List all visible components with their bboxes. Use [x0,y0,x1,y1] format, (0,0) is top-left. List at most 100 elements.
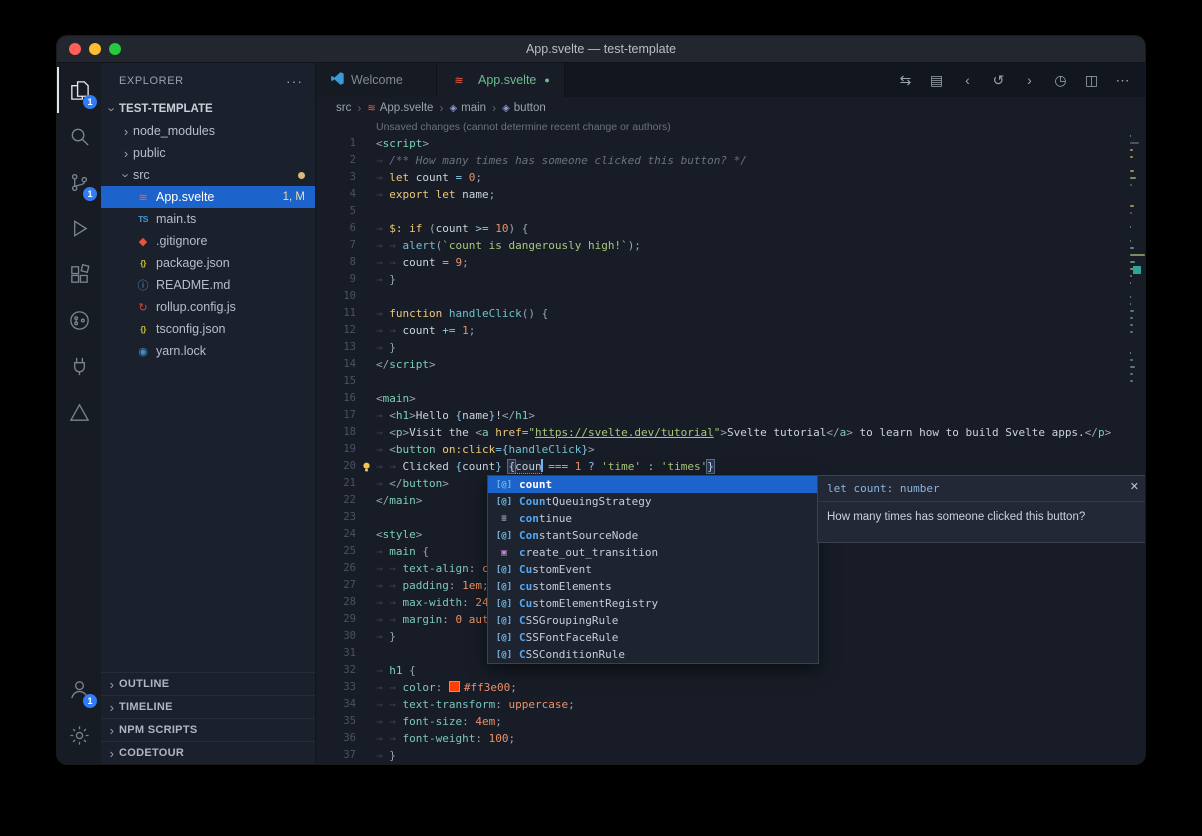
suggest-item-CSSFontFaceRule[interactable]: [@]CSSFontFaceRule [488,629,818,646]
suggest-item-CSSGroupingRule[interactable]: [@]CSSGroupingRule [488,612,818,629]
code-line[interactable]: 18→ <p>Visit the <a href="https://svelte… [316,424,1145,441]
line-number[interactable]: 24 [316,526,356,543]
line-number[interactable]: 14 [316,356,356,373]
breadcrumb-App.svelte[interactable]: ≋App.svelte [367,102,433,114]
code-line[interactable]: 2→ /** How many times has someone clicke… [316,152,1145,169]
line-number[interactable]: 4 [316,186,356,203]
suggest-item-count[interactable]: [@]count [488,476,818,493]
line-number[interactable]: 6 [316,220,356,237]
timeline-icon[interactable]: ◷ [1048,72,1073,89]
activity-remote-icon[interactable] [57,343,101,389]
code-line[interactable]: 34→ → text-transform: uppercase; [316,696,1145,713]
tree-item-tsconfig.json[interactable]: {}tsconfig.json [101,318,315,340]
activity-run-debug-icon[interactable] [57,205,101,251]
line-number[interactable]: 32 [316,662,356,679]
activity-search-icon[interactable] [57,113,101,159]
codelens[interactable]: Unsaved changes (cannot determine recent… [316,119,1145,135]
tree-item-src[interactable]: ›src [101,164,315,186]
line-number[interactable]: 18 [316,424,356,441]
line-number[interactable]: 15 [316,373,356,390]
suggest-item-CSSConditionRule[interactable]: [@]CSSConditionRule [488,646,818,663]
code-line[interactable]: 4→ export let name; [316,186,1145,203]
close-icon[interactable]: ✕ [1130,480,1139,493]
compare-changes-icon[interactable]: ⇆ [893,72,918,89]
more-actions-icon[interactable]: ⋯ [1110,72,1135,89]
line-number[interactable]: 35 [316,713,356,730]
title-bar[interactable]: App.svelte — test-template [57,36,1145,63]
code-line[interactable]: 32→ h1 { [316,662,1145,679]
code-line[interactable]: 9→ } [316,271,1145,288]
suggest-item-CustomEvent[interactable]: [@]CustomEvent [488,561,818,578]
suggest-item-CustomElementRegistry[interactable]: [@]CustomElementRegistry [488,595,818,612]
code-line[interactable]: 16<main> [316,390,1145,407]
line-number[interactable]: 37 [316,747,356,764]
code-line[interactable]: 5 [316,203,1145,220]
code-line[interactable]: 11→ function handleClick() { [316,305,1145,322]
line-number[interactable]: 12 [316,322,356,339]
line-number[interactable]: 10 [316,288,356,305]
panel-npm-scripts[interactable]: ›NPM SCRIPTS [101,718,315,741]
code-line[interactable]: 35→ → font-size: 4em; [316,713,1145,730]
line-number[interactable]: 11 [316,305,356,322]
line-number[interactable]: 34 [316,696,356,713]
minimap[interactable] [1129,119,1145,764]
line-number[interactable]: 30 [316,628,356,645]
line-number[interactable]: 20 [316,458,356,475]
tree-item-App.svelte[interactable]: ≋App.svelte1, M [101,186,315,208]
line-number[interactable]: 9 [316,271,356,288]
activity-settings-icon[interactable] [57,712,101,758]
breadcrumb-button[interactable]: ◈button [502,102,546,114]
panel-timeline[interactable]: ›TIMELINE [101,695,315,718]
tree-item-yarn.lock[interactable]: ◉yarn.lock [101,340,315,362]
tree-item-rollup.config.js[interactable]: ↻rollup.config.js [101,296,315,318]
activity-extensions-icon[interactable] [57,251,101,297]
panel-outline[interactable]: ›OUTLINE [101,672,315,695]
suggest-item-continue[interactable]: ≡continue [488,510,818,527]
code-line[interactable]: 13→ } [316,339,1145,356]
line-number[interactable]: 26 [316,560,356,577]
close-button[interactable] [69,43,81,55]
activity-accounts-icon[interactable]: 1 [57,666,101,712]
line-number[interactable]: 17 [316,407,356,424]
code-line[interactable]: 3→ let count = 0; [316,169,1145,186]
line-number[interactable]: 21 [316,475,356,492]
line-number[interactable]: 3 [316,169,356,186]
code-line[interactable]: 8→ → count = 9; [316,254,1145,271]
suggest-item-create_out_transition[interactable]: ▣create_out_transition [488,544,818,561]
line-number[interactable]: 29 [316,611,356,628]
tab-app-svelte[interactable]: ≋App.svelte● [437,63,565,97]
line-number[interactable]: 22 [316,492,356,509]
line-number[interactable]: 8 [316,254,356,271]
tab-welcome[interactable]: Welcome [316,63,437,97]
code-line[interactable]: 15 [316,373,1145,390]
code-line[interactable]: 36→ → font-weight: 100; [316,730,1145,747]
zoom-button[interactable] [109,43,121,55]
activity-github-icon[interactable] [57,297,101,343]
tree-item-.gitignore[interactable]: ◆.gitignore [101,230,315,252]
revert-change-icon[interactable]: ↺ [986,72,1011,89]
activity-azure-icon[interactable] [57,389,101,435]
line-number[interactable]: 33 [316,679,356,696]
line-number[interactable]: 31 [316,645,356,662]
code-line[interactable]: 17→ <h1>Hello {name}!</h1> [316,407,1145,424]
breadcrumb-main[interactable]: ◈main [449,102,486,114]
code-line[interactable]: 19→ <button on:click={handleClick}> [316,441,1145,458]
minimize-button[interactable] [89,43,101,55]
more-actions-icon[interactable]: ··· [286,73,303,89]
code-line[interactable]: 7→ → alert(`count is dangerously high!`)… [316,237,1145,254]
code-line[interactable]: 37→ } [316,747,1145,764]
suggest-item-CountQueuingStrategy[interactable]: [@]CountQueuingStrategy [488,493,818,510]
tree-item-public[interactable]: ›public [101,142,315,164]
code-line[interactable]: 12→ → count += 1; [316,322,1145,339]
line-number[interactable]: 28 [316,594,356,611]
code-line[interactable]: 10 [316,288,1145,305]
line-number[interactable]: 13 [316,339,356,356]
open-changes-icon[interactable]: ▤ [924,72,949,89]
lightbulb-icon[interactable] [356,458,376,475]
tree-item-main.ts[interactable]: TSmain.ts [101,208,315,230]
panel-codetour[interactable]: ›CODETOUR [101,741,315,764]
next-change-icon[interactable]: › [1017,72,1042,88]
line-number[interactable]: 5 [316,203,356,220]
line-number[interactable]: 27 [316,577,356,594]
line-number[interactable]: 2 [316,152,356,169]
